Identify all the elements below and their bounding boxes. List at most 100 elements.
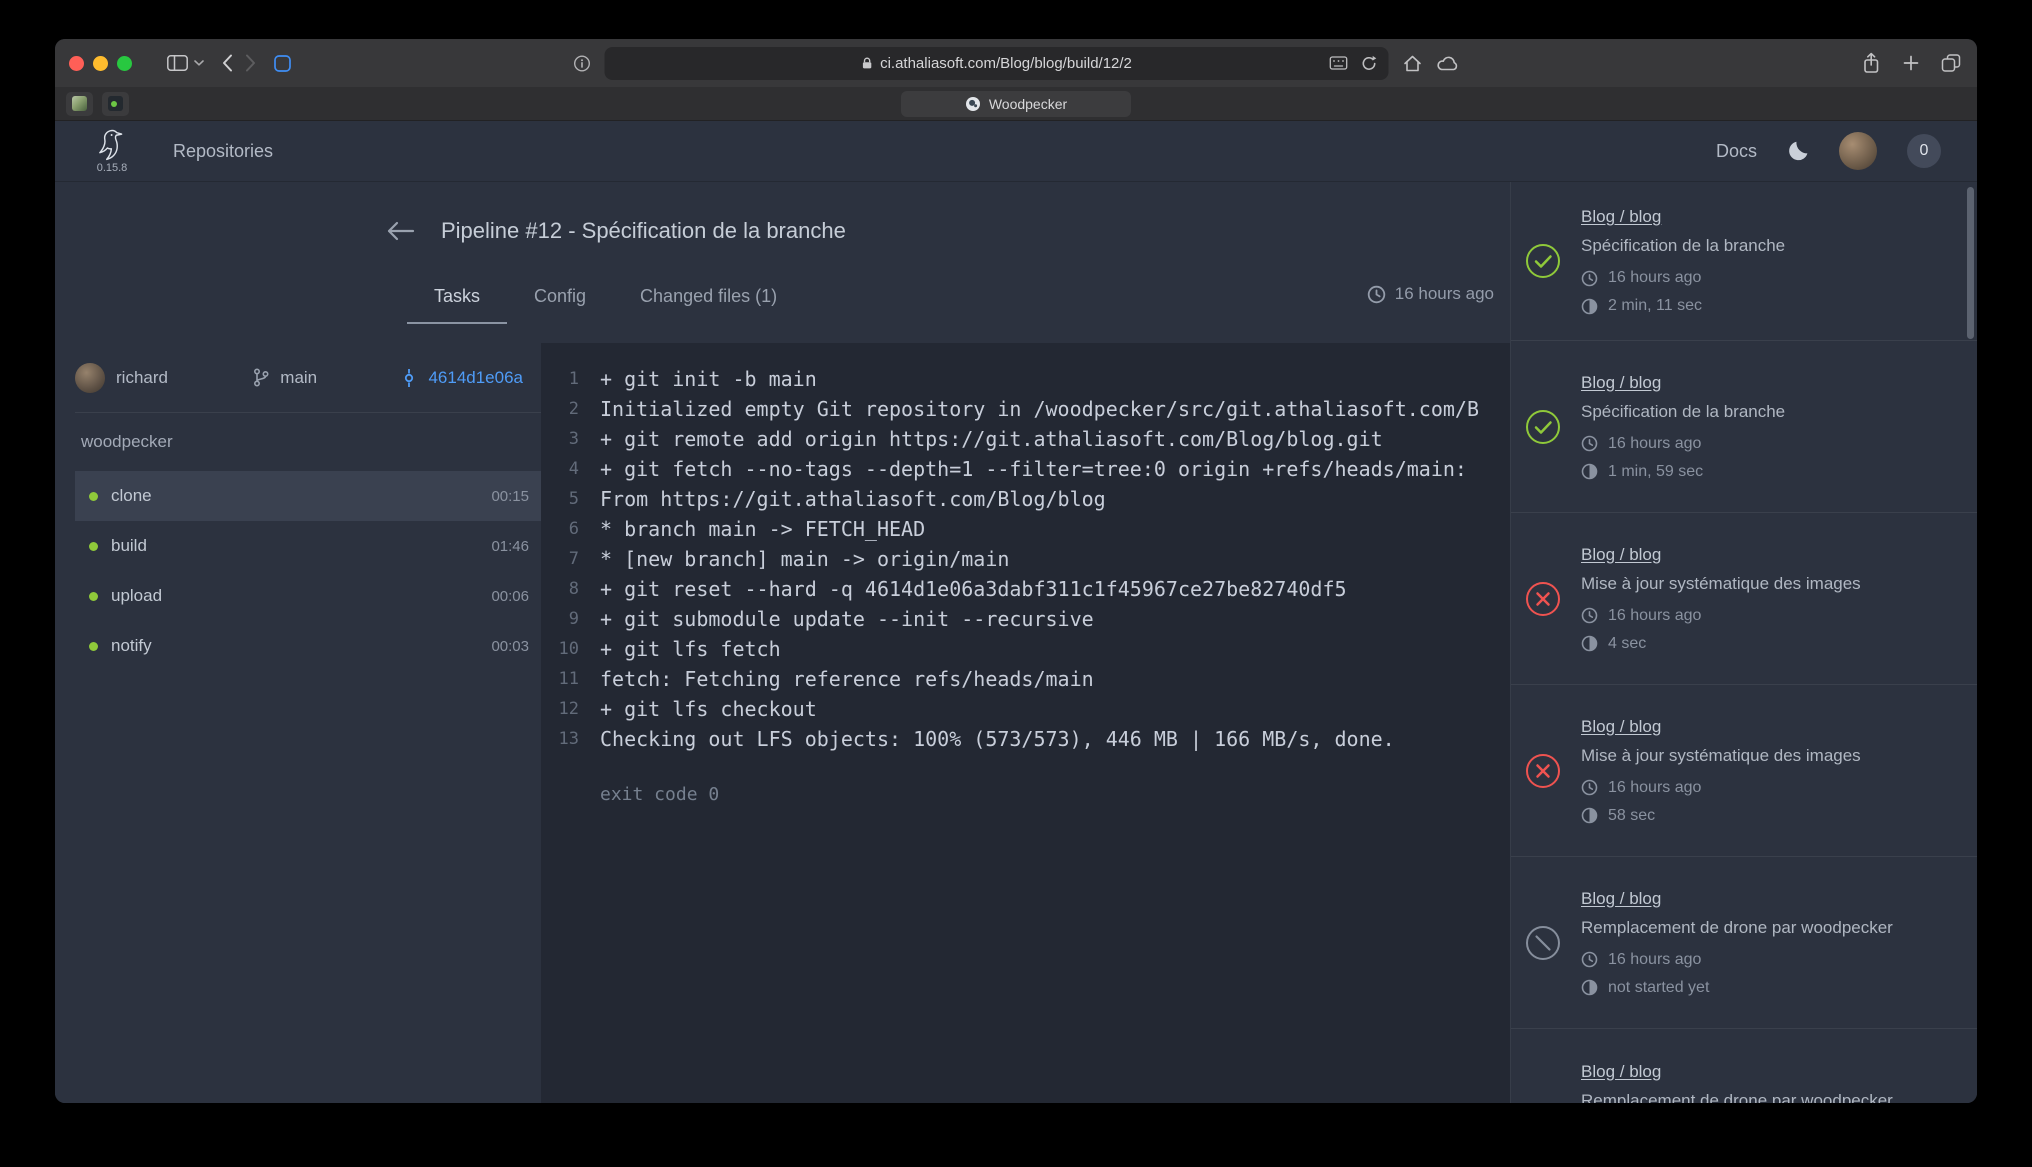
plus-icon [1903,55,1919,71]
toolbar-left-cluster [69,39,291,87]
browser-window: ci.athaliasoft.com/Blog/blog/build/12/2 [55,39,1977,1103]
build-time: 16 hours ago [1608,607,1701,625]
tab-overview-button[interactable] [1941,54,1961,72]
clock-icon [1581,435,1598,452]
share-icon [1862,52,1881,74]
build-repo-link[interactable]: Blog / blog [1581,207,1661,226]
icloud-tabs-button[interactable] [1437,55,1459,71]
duration-icon [1581,463,1598,480]
theme-toggle-button[interactable] [1787,140,1809,162]
address-bar-actions [1330,47,1378,80]
build-entry[interactable]: Blog / blog Spécification de la branche … [1511,182,1977,341]
back-arrow-button[interactable] [385,220,415,242]
woodpecker-logo-link[interactable]: 0.15.8 [95,129,129,174]
task-item[interactable]: build 01:46 [75,521,541,571]
close-button[interactable] [69,56,84,71]
build-entry[interactable]: Blog / blog Mise à jour systématique des… [1511,685,1977,857]
log-line-text: + git remote add origin https://git.atha… [600,427,1383,451]
builds-sidebar[interactable]: Blog / blog Spécification de la branche … [1510,182,1977,1103]
pinned-tab-1[interactable] [66,92,93,116]
share-button[interactable] [1862,52,1881,74]
sidebar-toggle-button[interactable] [167,55,188,71]
build-time-row: 16 hours ago [1581,607,1959,625]
task-duration: 00:15 [491,488,529,505]
scrollbar-thumb[interactable] [1967,187,1974,339]
commit-link[interactable]: 4614d1e06a [428,368,523,388]
toolbar-center-cluster: ci.athaliasoft.com/Blog/blog/build/12/2 [574,39,1459,87]
back-arrow-icon [385,220,415,242]
log-pane[interactable]: 1 + git init -b main 2 Initialized empty… [541,343,1510,1103]
build-duration: 58 sec [1608,807,1655,825]
log-line-number: 9 [541,609,579,629]
log-line-number: 12 [541,699,579,719]
task-item[interactable]: upload 00:06 [75,571,541,621]
address-bar[interactable]: ci.athaliasoft.com/Blog/blog/build/12/2 [605,47,1389,80]
branch-icon [252,368,269,387]
build-list: Blog / blog Spécification de la branche … [1511,182,1977,1103]
build-status [1525,409,1561,445]
task-status-dot [89,492,98,501]
cloud-icon [1437,55,1459,71]
log-lines: 1 + git init -b main 2 Initialized empty… [541,364,1510,754]
clock-icon [1581,270,1598,287]
back-button[interactable] [222,54,233,72]
build-repo-link[interactable]: Blog / blog [1581,373,1661,392]
minimize-button[interactable] [93,56,108,71]
log-line: 11 fetch: Fetching reference refs/heads/… [541,664,1510,694]
pinned-tab-2[interactable] [102,92,129,116]
build-repo-link[interactable]: Blog / blog [1581,717,1661,736]
build-time-row: 16 hours ago [1581,435,1959,453]
log-line-text: + git submodule update --init --recursiv… [600,607,1094,631]
fullscreen-button[interactable] [117,56,132,71]
build-repo-link[interactable]: Blog / blog [1581,545,1661,564]
build-time: 16 hours ago [1608,435,1701,453]
task-name: build [111,536,478,556]
log-line-text: + git fetch --no-tags --depth=1 --filter… [600,457,1467,481]
user-avatar[interactable] [1839,132,1877,170]
build-body: Blog / blog Spécification de la branche … [1581,207,1959,315]
start-page-button[interactable] [274,55,291,72]
pipeline-tab[interactable]: Config [507,270,613,324]
log-line: 3 + git remote add origin https://git.at… [541,424,1510,454]
log-line: 9 + git submodule update --init --recurs… [541,604,1510,634]
task-item[interactable]: clone 00:15 [75,471,541,521]
notification-badge[interactable]: 0 [1907,134,1941,168]
build-message: Spécification de la branche [1581,236,1959,256]
build-repo-link[interactable]: Blog / blog [1581,889,1661,908]
forward-button[interactable] [245,54,256,72]
build-message: Mise à jour systématique des images [1581,746,1959,766]
task-duration: 01:46 [491,538,529,555]
commit-branch: main [252,368,317,388]
task-status-dot [89,592,98,601]
build-entry[interactable]: Blog / blog Spécification de la branche … [1511,341,1977,513]
pipeline-tabs: Tasks Config Changed files (1) [407,270,804,324]
pipeline-tab-label: Tasks [434,286,480,307]
main-area: Pipeline #12 - Spécification de la branc… [55,182,1977,1103]
nav-repositories-link[interactable]: Repositories [173,141,273,162]
build-body: Blog / blog Remplacement de drone par wo… [1581,1062,1959,1104]
info-icon [574,55,591,72]
commit-author: richard [75,363,168,393]
reload-button[interactable] [1361,55,1378,72]
log-line: 2 Initialized empty Git repository in /w… [541,394,1510,424]
page-info-button[interactable] [574,55,591,72]
active-tab[interactable]: Woodpecker [901,91,1131,117]
pipeline-tab[interactable]: Changed files (1) [613,270,804,324]
home-button[interactable] [1403,54,1423,73]
log-line-number: 3 [541,429,579,449]
pipeline-tab[interactable]: Tasks [407,270,507,324]
build-status [1525,753,1561,789]
sidebar-chevron-button[interactable] [194,60,204,66]
build-message: Spécification de la branche [1581,402,1959,422]
new-tab-button[interactable] [1903,55,1919,71]
nav-docs-link[interactable]: Docs [1716,141,1757,162]
blue-square-icon [274,55,291,72]
build-duration-row: 1 min, 59 sec [1581,463,1959,481]
task-item[interactable]: notify 00:03 [75,621,541,671]
browser-toolbar: ci.athaliasoft.com/Blog/blog/build/12/2 [55,39,1977,87]
build-repo-link[interactable]: Blog / blog [1581,1062,1661,1081]
keyboard-button[interactable] [1330,56,1348,70]
build-entry[interactable]: Blog / blog Remplacement de drone par wo… [1511,857,1977,1029]
build-entry[interactable]: Blog / blog Remplacement de drone par wo… [1511,1029,1977,1103]
build-entry[interactable]: Blog / blog Mise à jour systématique des… [1511,513,1977,685]
